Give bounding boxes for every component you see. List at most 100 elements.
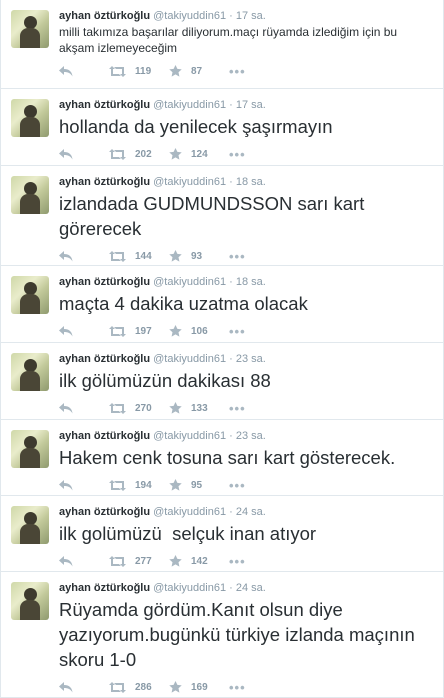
tweet[interactable]: ayhan öztürkoğlu @takiyuddin61 · 17 sa. …	[1, 0, 443, 89]
user-handle[interactable]: @takiyuddin61	[153, 276, 226, 288]
retweet-button[interactable]: 119	[109, 65, 169, 77]
tweet[interactable]: ayhan öztürkoğlu @takiyuddin61 · 23 sa. …	[1, 343, 443, 420]
user-name[interactable]: ayhan öztürkoğlu	[59, 10, 150, 22]
tweet-time[interactable]: 23 sa.	[236, 353, 266, 365]
user-name[interactable]: ayhan öztürkoğlu	[59, 99, 150, 111]
user-name[interactable]: ayhan öztürkoğlu	[59, 276, 150, 288]
favorite-button[interactable]: 93	[169, 250, 229, 262]
avatar[interactable]	[11, 582, 49, 620]
avatar[interactable]	[11, 10, 49, 48]
user-handle[interactable]: @takiyuddin61	[153, 506, 226, 518]
favorite-button[interactable]: 169	[169, 681, 229, 693]
favorite-button[interactable]: 106	[169, 325, 229, 337]
tweet-text: milli takımıza başarılar diliyorum.maçı …	[59, 25, 398, 55]
user-handle[interactable]: @takiyuddin61	[153, 176, 226, 188]
reply-button[interactable]	[59, 402, 109, 414]
retweet-button[interactable]: 197	[109, 325, 169, 337]
more-button[interactable]: •••	[229, 324, 246, 339]
more-button[interactable]: •••	[229, 554, 246, 569]
star-icon	[169, 402, 182, 414]
user-name[interactable]: ayhan öztürkoğlu	[59, 176, 150, 188]
tweet-time[interactable]: 17 sa.	[236, 99, 266, 111]
more-button[interactable]: •••	[229, 680, 246, 695]
tweet[interactable]: ayhan öztürkoğlu @takiyuddin61 · 23 sa. …	[1, 420, 443, 496]
user-handle[interactable]: @takiyuddin61	[153, 582, 226, 594]
avatar[interactable]	[11, 99, 49, 137]
reply-button[interactable]	[59, 479, 109, 491]
favorite-count: 93	[191, 250, 203, 262]
avatar[interactable]	[11, 506, 49, 544]
more-button[interactable]: •••	[229, 478, 246, 493]
tweet-time[interactable]: 23 sa.	[236, 430, 266, 442]
favorite-button[interactable]: 87	[169, 65, 229, 77]
tweet[interactable]: ayhan öztürkoğlu @takiyuddin61 · 24 sa. …	[1, 496, 443, 572]
user-name[interactable]: ayhan öztürkoğlu	[59, 430, 150, 442]
user-handle[interactable]: @takiyuddin61	[153, 10, 226, 22]
tweet-header: ayhan öztürkoğlu @takiyuddin61 · 23 sa.	[59, 351, 433, 367]
tweet[interactable]: ayhan öztürkoğlu @takiyuddin61 · 24 sa. …	[1, 572, 443, 698]
tweet[interactable]: ayhan öztürkoğlu @takiyuddin61 · 18 sa. …	[1, 166, 443, 266]
tweet-timeline: ayhan öztürkoğlu @takiyuddin61 · 17 sa. …	[0, 0, 444, 698]
retweet-icon	[109, 148, 126, 160]
tweet[interactable]: ayhan öztürkoğlu @takiyuddin61 · 18 sa. …	[1, 266, 443, 343]
retweet-button[interactable]: 144	[109, 250, 169, 262]
avatar[interactable]	[11, 176, 49, 214]
tweet-actions: 286 169 •••	[59, 674, 433, 697]
retweet-count: 277	[135, 555, 152, 567]
tweet[interactable]: ayhan öztürkoğlu @takiyuddin61 · 17 sa. …	[1, 89, 443, 166]
favorite-button[interactable]: 124	[169, 148, 229, 160]
more-button[interactable]: •••	[229, 249, 246, 264]
reply-button[interactable]	[59, 148, 109, 160]
retweet-count: 270	[135, 402, 152, 414]
tweet-text: hollanda da yenilecek şaşırmayın	[59, 116, 333, 137]
separator-dot: ·	[229, 276, 233, 288]
user-name[interactable]: ayhan öztürkoğlu	[59, 506, 150, 518]
avatar[interactable]	[11, 353, 49, 391]
more-button[interactable]: •••	[229, 401, 246, 416]
user-handle[interactable]: @takiyuddin61	[153, 353, 226, 365]
reply-button[interactable]	[59, 65, 109, 77]
tweet-time[interactable]: 24 sa.	[236, 582, 266, 594]
reply-button[interactable]	[59, 555, 109, 567]
tweet-time[interactable]: 18 sa.	[236, 276, 266, 288]
retweet-icon	[109, 325, 126, 337]
separator-dot: ·	[229, 506, 233, 518]
favorite-button[interactable]: 133	[169, 402, 229, 414]
reply-button[interactable]	[59, 250, 109, 262]
reply-button[interactable]	[59, 325, 109, 337]
retweet-button[interactable]: 194	[109, 479, 169, 491]
retweet-button[interactable]: 202	[109, 148, 169, 160]
tweet-text: Hakem cenk tosuna sarı kart gösterecek.	[59, 447, 396, 468]
star-icon	[169, 148, 182, 160]
reply-icon	[59, 250, 73, 261]
tweet-header: ayhan öztürkoğlu @takiyuddin61 · 18 sa.	[59, 174, 433, 190]
user-name[interactable]: ayhan öztürkoğlu	[59, 582, 150, 594]
tweet-time[interactable]: 18 sa.	[236, 176, 266, 188]
favorite-button[interactable]: 142	[169, 555, 229, 567]
separator-dot: ·	[229, 99, 233, 111]
tweet-time[interactable]: 17 sa.	[236, 10, 266, 22]
retweet-button[interactable]: 270	[109, 402, 169, 414]
favorite-count: 133	[191, 402, 208, 414]
user-handle[interactable]: @takiyuddin61	[153, 430, 226, 442]
favorite-count: 106	[191, 325, 208, 337]
avatar[interactable]	[11, 276, 49, 314]
user-handle[interactable]: @takiyuddin61	[153, 99, 226, 111]
favorite-count: 124	[191, 148, 208, 160]
star-icon	[169, 681, 182, 693]
retweet-icon	[109, 250, 126, 262]
tweet-time[interactable]: 24 sa.	[236, 506, 266, 518]
favorite-button[interactable]: 95	[169, 479, 229, 491]
retweet-count: 197	[135, 325, 152, 337]
retweet-button[interactable]: 286	[109, 681, 169, 693]
avatar[interactable]	[11, 430, 49, 468]
separator-dot: ·	[229, 430, 233, 442]
user-name[interactable]: ayhan öztürkoğlu	[59, 353, 150, 365]
retweet-button[interactable]: 277	[109, 555, 169, 567]
star-icon	[169, 555, 182, 567]
more-button[interactable]: •••	[229, 64, 246, 79]
more-button[interactable]: •••	[229, 147, 246, 162]
reply-button[interactable]	[59, 681, 109, 693]
tweet-text: Rüyamda gördüm.Kanıt olsun diye yazıyoru…	[59, 599, 415, 670]
tweet-actions: 277 142 •••	[59, 548, 433, 571]
